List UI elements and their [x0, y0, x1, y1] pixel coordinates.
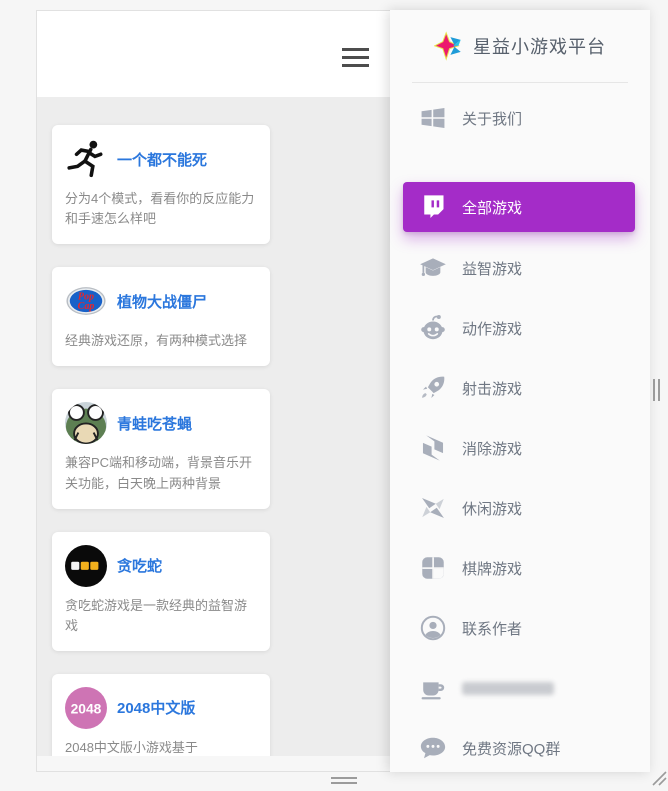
logo-star-icon: [434, 31, 464, 61]
game-card-head: 一个都不能死: [65, 138, 256, 180]
game-card-snake[interactable]: 贪吃蛇贪吃蛇游戏是一款经典的益智游戏: [52, 532, 270, 651]
censored-label: [462, 682, 554, 695]
game-description: 分为4个模式，看看你的反应能力和手速怎么样吧: [65, 189, 256, 229]
sidebar-item-about[interactable]: 关于我们: [390, 88, 650, 148]
page: { "sidebar": { "logo_text": "星益小游戏平台", "…: [0, 0, 668, 790]
game-card-cannot-die[interactable]: 一个都不能死分为4个模式，看看你的反应能力和手速怎么样吧: [52, 125, 270, 244]
sidebar-item-label: 休闲游戏: [462, 498, 522, 519]
svg-text:2048: 2048: [71, 700, 102, 716]
sidebar-item-label: 免费资源QQ群: [462, 738, 560, 759]
game-card-head: 贪吃蛇: [65, 545, 256, 587]
game-card-head: PopCap 植物大战僵尸: [65, 280, 256, 322]
game-title-link[interactable]: 贪吃蛇: [117, 555, 162, 576]
game-title-link[interactable]: 青蛙吃苍蝇: [117, 413, 192, 434]
hamburger-icon: [342, 48, 369, 51]
hamburger-icon: [342, 64, 369, 67]
houzz-icon: [419, 434, 447, 462]
game-title-link[interactable]: 植物大战僵尸: [117, 291, 207, 312]
twitch-icon: [419, 193, 447, 221]
sidebar-item-label: 棋牌游戏: [462, 558, 522, 579]
game-description: 兼容PC端和移动端，背景音乐开关功能，白天晚上两种背景: [65, 453, 256, 493]
sidebar-item-contact[interactable]: 联系作者: [390, 598, 650, 658]
sidebar-item-label: 消除游戏: [462, 438, 522, 459]
game-title-link[interactable]: 一个都不能死: [117, 149, 207, 170]
resize-handle-right[interactable]: [653, 379, 663, 401]
hamburger-icon: [342, 56, 369, 59]
snake-game-icon: [65, 545, 107, 587]
sidebar-drawer: 星益小游戏平台 关于我们全部游戏益智游戏动作游戏射击游戏消除游戏休闲游戏棋牌游戏…: [390, 10, 650, 772]
runner-game-icon: [65, 138, 107, 180]
game-description: 经典游戏还原，有两种模式选择: [65, 331, 256, 351]
sidebar-item-label: 全部游戏: [462, 197, 522, 218]
popcap-game-icon: PopCap: [65, 280, 107, 322]
comment-icon: [419, 734, 447, 762]
game-description: 贪吃蛇游戏是一款经典的益智游戏: [65, 596, 256, 636]
user-circle-icon: [419, 614, 447, 642]
game-card-list: 一个都不能死分为4个模式，看看你的反应能力和手速怎么样吧 PopCap 植物大战僵尸…: [52, 97, 270, 772]
sidebar-item-label: 联系作者: [462, 618, 522, 639]
windows-icon: [419, 104, 447, 132]
sidebar-menu: 关于我们全部游戏益智游戏动作游戏射击游戏消除游戏休闲游戏棋牌游戏联系作者免费资源…: [390, 83, 650, 778]
game-title-link[interactable]: 2048中文版: [117, 697, 195, 718]
game-card-head: 青蛙吃苍蝇: [65, 402, 256, 444]
sidebar-item-action[interactable]: 动作游戏: [390, 298, 650, 358]
logo-text: 星益小游戏平台: [473, 33, 606, 59]
sidebar-item-elimination[interactable]: 消除游戏: [390, 418, 650, 478]
game-card-pvz[interactable]: PopCap 植物大战僵尸经典游戏还原，有两种模式选择: [52, 267, 270, 366]
g2048-game-icon: 2048: [65, 687, 107, 729]
quadrants-icon: [419, 554, 447, 582]
svg-text:Cap: Cap: [78, 301, 95, 312]
pinwheel-icon: [419, 494, 447, 522]
coffee-icon: [419, 674, 447, 702]
sidebar-item-casual[interactable]: 休闲游戏: [390, 478, 650, 538]
sidebar-item-puzzle[interactable]: 益智游戏: [390, 238, 650, 298]
sidebar-item-label: 动作游戏: [462, 318, 522, 339]
sidebar-item-hidden[interactable]: [390, 658, 650, 718]
reddit-icon: [419, 314, 447, 342]
game-card-frog[interactable]: 青蛙吃苍蝇兼容PC端和移动端，背景音乐开关功能，白天晚上两种背景: [52, 389, 270, 508]
sidebar-item-shooting[interactable]: 射击游戏: [390, 358, 650, 418]
graduation-cap-icon: [419, 254, 447, 282]
resize-handle-corner[interactable]: [650, 769, 667, 786]
rocket-icon: [419, 374, 447, 402]
frog-game-icon: [65, 402, 107, 444]
menu-toggle-button[interactable]: [342, 48, 369, 72]
sidebar-item-label: 关于我们: [462, 108, 522, 129]
sidebar-item-all-games[interactable]: 全部游戏: [403, 182, 635, 232]
game-card-head: 2048 2048中文版: [65, 687, 256, 729]
sidebar-item-board[interactable]: 棋牌游戏: [390, 538, 650, 598]
sidebar-item-label: 射击游戏: [462, 378, 522, 399]
logo[interactable]: 星益小游戏平台: [390, 10, 650, 82]
resize-handle-bottom[interactable]: [331, 777, 357, 787]
sidebar-item-qq-group[interactable]: 免费资源QQ群: [390, 718, 650, 778]
preview-stage: 一个都不能死分为4个模式，看看你的反应能力和手速怎么样吧 PopCap 植物大战僵尸…: [0, 0, 668, 790]
sidebar-item-label: 益智游戏: [462, 258, 522, 279]
